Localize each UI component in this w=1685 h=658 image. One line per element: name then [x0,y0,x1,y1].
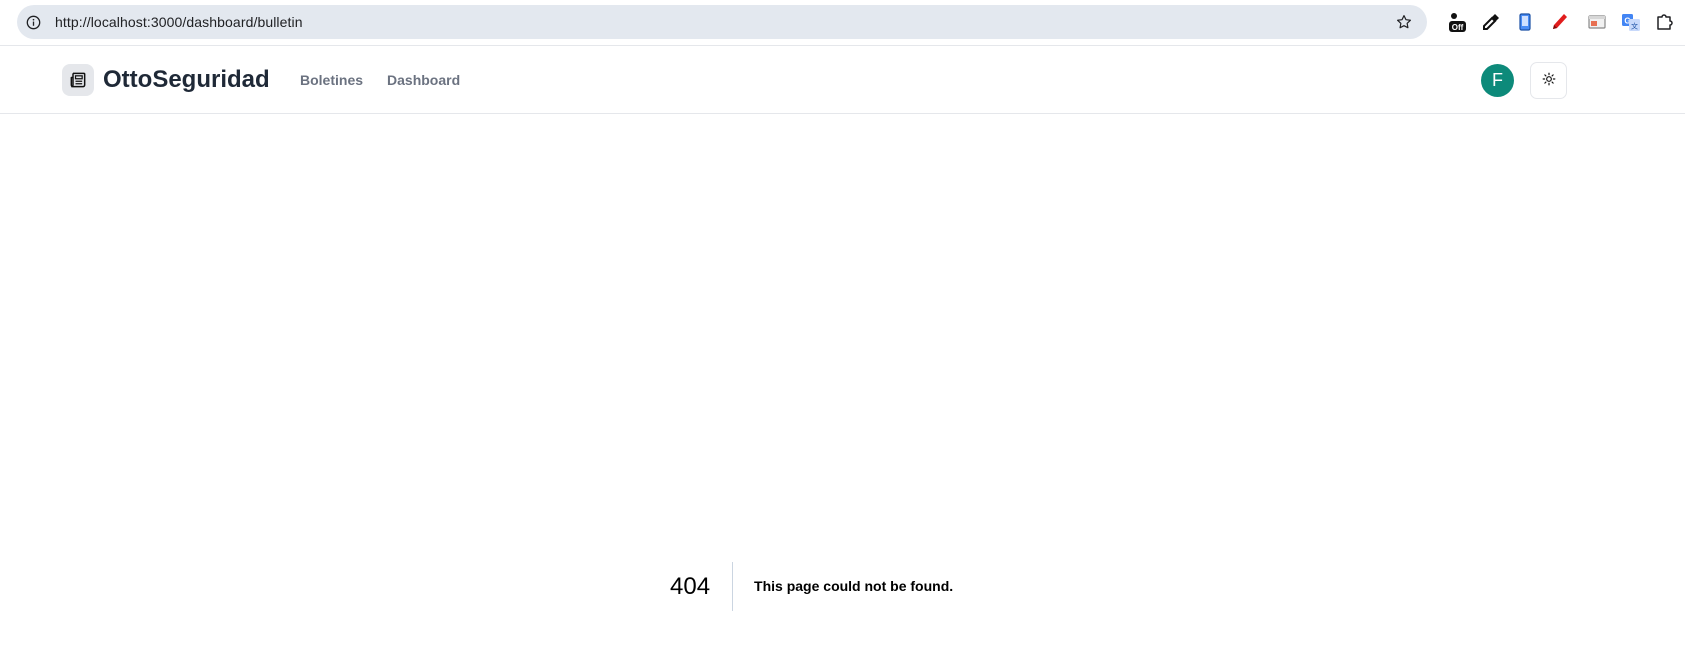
bookmark-star-icon[interactable] [1395,13,1413,31]
sun-icon [1542,72,1556,89]
user-avatar[interactable]: F [1481,64,1514,97]
off-badge-extension-icon[interactable]: Off [1446,11,1468,33]
not-found-message: 404 This page could not be found. [670,562,953,611]
red-pen-icon[interactable] [1548,11,1570,33]
error-message: This page could not be found. [754,578,954,594]
brand-link[interactable]: OttoSeguridad [62,64,270,96]
error-code: 404 [670,562,734,611]
translate-icon[interactable]: G文 [1620,11,1642,33]
url-text[interactable]: http://localhost:3000/dashboard/bulletin [55,13,303,31]
nav-link-dashboard[interactable]: Dashboard [387,70,460,90]
address-bar[interactable]: http://localhost:3000/dashboard/bulletin [17,5,1427,39]
site-info-icon[interactable] [26,15,41,30]
main-nav: Boletines Dashboard [300,70,460,90]
browser-toolbar: http://localhost:3000/dashboard/bulletin… [0,0,1685,46]
nav-link-boletines[interactable]: Boletines [300,70,363,90]
theme-toggle-button[interactable] [1530,62,1567,99]
phone-extension-icon[interactable] [1514,11,1536,33]
eyedropper-icon[interactable] [1480,11,1502,33]
puzzle-piece-icon[interactable] [1653,11,1675,33]
window-capture-icon[interactable] [1586,11,1608,33]
app-navbar: OttoSeguridad Boletines Dashboard F [0,46,1685,114]
off-badge-text: Off [1452,23,1464,32]
svg-text:文: 文 [1631,22,1638,31]
newspaper-icon [62,64,94,96]
brand-name: OttoSeguridad [103,66,270,93]
